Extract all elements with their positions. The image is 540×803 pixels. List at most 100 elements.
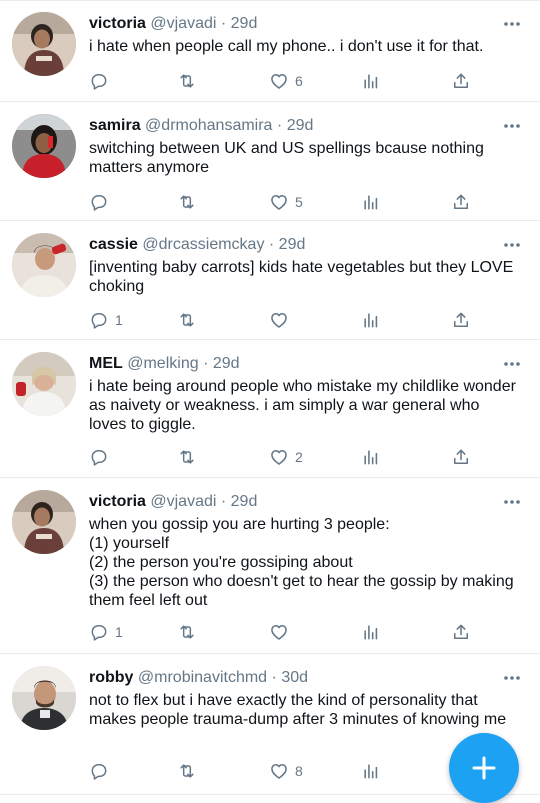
retweet-button[interactable] (177, 191, 203, 213)
retweet-icon (177, 310, 197, 330)
display-name[interactable]: robby (89, 669, 133, 686)
user-handle[interactable]: @drcassiemckay (142, 236, 264, 253)
reply-button[interactable] (89, 70, 115, 92)
analytics-button[interactable] (361, 70, 381, 92)
tweet[interactable]: victoria @vjavadi · 29d i hate when peop… (0, 0, 540, 102)
display-name[interactable]: samira (89, 117, 141, 134)
analytics-button[interactable] (361, 446, 381, 468)
heart-icon (269, 447, 289, 467)
compose-tweet-button[interactable] (449, 733, 519, 803)
like-count: 8 (295, 763, 303, 779)
tweet-timestamp[interactable]: 29d (213, 355, 240, 372)
analytics-button[interactable] (361, 309, 381, 331)
analytics-icon (361, 192, 381, 212)
user-handle[interactable]: @mrobinavitchmd (138, 669, 267, 686)
share-icon (451, 71, 471, 91)
analytics-icon (361, 447, 381, 467)
tweet-header: cassie @drcassiemckay · 29d (89, 235, 500, 255)
like-button[interactable] (269, 309, 295, 331)
tweet[interactable]: samira @drmohansamira · 29d switching be… (0, 102, 540, 221)
separator-dot: · (276, 117, 283, 134)
avatar[interactable] (12, 352, 76, 416)
avatar[interactable] (12, 12, 76, 76)
like-button[interactable] (269, 621, 295, 643)
plus-icon (472, 756, 496, 780)
victoria-avatar (12, 12, 76, 76)
reply-count: 1 (115, 312, 123, 328)
display-name[interactable]: victoria (89, 493, 146, 510)
like-button[interactable]: 2 (269, 446, 303, 468)
share-icon (451, 622, 471, 642)
avatar[interactable] (12, 666, 76, 730)
share-button[interactable] (451, 309, 471, 331)
tweet-text: switching between UK and US spellings bc… (89, 140, 484, 176)
display-name[interactable]: MEL (89, 355, 123, 372)
retweet-button[interactable] (177, 446, 203, 468)
display-name[interactable]: cassie (89, 236, 138, 253)
tweet-actions: 6 (89, 70, 489, 92)
tweet-header: samira @drmohansamira · 29d (89, 116, 500, 136)
display-name[interactable]: victoria (89, 15, 146, 32)
analytics-button[interactable] (361, 191, 381, 213)
analytics-icon (361, 310, 381, 330)
mel-avatar (12, 352, 76, 416)
tweet[interactable]: cassie @drcassiemckay · 29d [inventing b… (0, 221, 540, 340)
heart-icon (269, 71, 289, 91)
tweet-header: robby @mrobinavitchmd · 30d (89, 668, 500, 688)
reply-button[interactable] (89, 191, 115, 213)
separator-dot: · (220, 15, 227, 32)
analytics-button[interactable] (361, 621, 381, 643)
reply-button[interactable] (89, 760, 115, 782)
avatar[interactable] (12, 490, 76, 554)
tweet-timestamp[interactable]: 29d (287, 117, 314, 134)
reply-icon (89, 622, 109, 642)
retweet-button[interactable] (177, 309, 203, 331)
user-handle[interactable]: @drmohansamira (145, 117, 272, 134)
tweet-timestamp[interactable]: 30d (281, 669, 308, 686)
like-button[interactable]: 5 (269, 191, 303, 213)
analytics-icon (361, 761, 381, 781)
heart-icon (269, 622, 289, 642)
more-options-icon[interactable] (502, 354, 522, 374)
tweet-text: i hate being around people who mistake m… (89, 378, 516, 433)
separator-dot: · (268, 236, 275, 253)
retweet-icon (177, 192, 197, 212)
like-button[interactable]: 8 (269, 760, 303, 782)
reply-button[interactable] (89, 446, 115, 468)
tweet-timestamp[interactable]: 29d (231, 15, 258, 32)
more-options-icon[interactable] (502, 116, 522, 136)
user-handle[interactable]: @melking (127, 355, 198, 372)
user-handle[interactable]: @vjavadi (150, 15, 216, 32)
share-button[interactable] (451, 621, 471, 643)
tweet[interactable]: MEL @melking · 29d i hate being around p… (0, 340, 540, 478)
avatar[interactable] (12, 114, 76, 178)
analytics-icon (361, 71, 381, 91)
more-options-icon[interactable] (502, 668, 522, 688)
share-icon (451, 192, 471, 212)
reply-icon (89, 761, 109, 781)
tweet-timestamp[interactable]: 29d (231, 493, 258, 510)
like-button[interactable]: 6 (269, 70, 303, 92)
more-options-icon[interactable] (502, 235, 522, 255)
tweet-timestamp[interactable]: 29d (279, 236, 306, 253)
retweet-button[interactable] (177, 621, 203, 643)
victoria-avatar (12, 490, 76, 554)
analytics-button[interactable] (361, 760, 381, 782)
tweet-actions: 2 (89, 446, 489, 468)
retweet-icon (177, 761, 197, 781)
share-button[interactable] (451, 70, 471, 92)
share-button[interactable] (451, 191, 471, 213)
share-button[interactable] (451, 446, 471, 468)
reply-icon (89, 71, 109, 91)
avatar[interactable] (12, 233, 76, 297)
user-handle[interactable]: @vjavadi (150, 493, 216, 510)
more-options-icon[interactable] (502, 492, 522, 512)
reply-button[interactable]: 1 (89, 621, 123, 643)
reply-button[interactable]: 1 (89, 309, 123, 331)
more-options-icon[interactable] (502, 14, 522, 34)
tweet-actions: 1 (89, 621, 489, 643)
tweet-header: MEL @melking · 29d (89, 354, 500, 374)
retweet-button[interactable] (177, 70, 203, 92)
retweet-button[interactable] (177, 760, 203, 782)
tweet[interactable]: victoria @vjavadi · 29d when you gossip … (0, 478, 540, 654)
